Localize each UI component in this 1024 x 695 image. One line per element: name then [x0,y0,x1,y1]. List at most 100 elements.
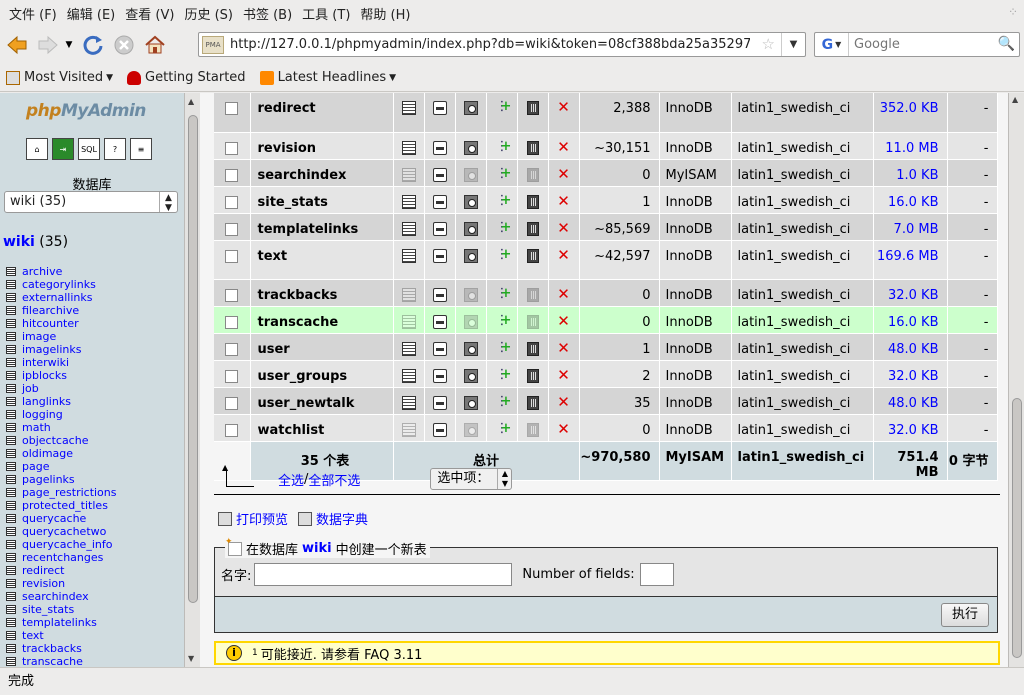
browse-table-icon[interactable] [6,527,16,536]
insert-icon[interactable] [495,139,512,155]
sidebar-table-item[interactable]: image [6,330,117,343]
drop-table-icon[interactable]: ✕ [557,165,570,183]
browse-table-icon[interactable] [6,423,16,432]
row-checkbox[interactable] [225,396,239,410]
browse-table-icon[interactable] [6,514,16,523]
table-size-link[interactable]: 1.0 KB [873,159,948,187]
sidebar-table-label[interactable]: protected_titles [22,499,108,512]
empty-table-icon[interactable] [526,248,539,263]
empty-table-icon[interactable] [526,101,539,115]
menu-help[interactable]: 帮助 (H) [355,4,415,23]
browse-table-icon[interactable] [6,345,16,354]
sidebar-table-item[interactable]: querycache_info [6,538,117,551]
sidebar-table-item[interactable]: protected_titles [6,499,117,512]
scroll-up-icon[interactable]: ▲ [188,97,194,106]
home-icon[interactable]: ⌂ [26,138,48,160]
history-dropdown[interactable]: ▼ [62,31,76,59]
menu-tools[interactable]: 工具 (T) [297,4,355,23]
go-button[interactable]: 执行 [941,603,989,627]
phpmyadmin-logo[interactable]: phpMyAdmin [26,101,146,121]
insert-icon[interactable] [495,166,512,182]
browse-icon[interactable] [401,368,416,383]
sidebar-table-item[interactable]: job [6,382,117,395]
sidebar-table-item[interactable]: filearchive [6,304,117,317]
table-row[interactable]: user_newtalk ✕ 35InnoDBlatin1_swedish_ci48… [214,387,998,415]
sidebar-table-item[interactable]: langlinks [6,395,117,408]
row-checkbox[interactable] [225,102,239,115]
browse-table-icon[interactable] [6,384,16,393]
structure-icon[interactable] [432,368,447,383]
browse-table-icon[interactable] [6,371,16,380]
structure-icon[interactable] [432,341,447,356]
search-table-icon[interactable] [463,341,478,356]
sidebar-table-label[interactable]: filearchive [22,304,79,317]
browse-table-icon[interactable] [6,631,16,640]
bookmark-getting-started[interactable]: Getting Started [127,70,246,85]
drop-table-icon[interactable]: ✕ [557,420,570,438]
sidebar-scrollbar[interactable]: ▲ ▼ [184,93,200,667]
insert-icon[interactable] [495,394,512,410]
browse-icon[interactable] [401,341,416,356]
print-view-link[interactable]: 打印预览 [236,509,288,528]
sidebar-table-label[interactable]: archive [22,265,62,278]
sidebar-table-label[interactable]: image [22,330,56,343]
url-bar[interactable]: PMA http://127.0.0.1/phpmyadmin/index.ph… [198,32,806,57]
sidebar-table-item[interactable]: ipblocks [6,369,117,382]
browse-table-icon[interactable] [6,592,16,601]
table-name[interactable]: searchindex [250,159,394,187]
insert-icon[interactable] [495,286,512,302]
sidebar-table-label[interactable]: trackbacks [22,642,82,655]
structure-icon[interactable] [432,167,447,182]
sidebar-table-item[interactable]: logging [6,408,117,421]
drop-table-icon[interactable]: ✕ [557,366,570,384]
table-name-input[interactable] [254,563,513,586]
sidebar-table-label[interactable]: imagelinks [22,343,81,356]
search-input[interactable] [854,37,994,52]
structure-icon[interactable] [432,140,447,155]
table-row[interactable]: text ✕ ~42,597InnoDBlatin1_swedish_ci169.6… [214,240,998,280]
menu-file[interactable]: 文件 (F) [4,4,62,23]
row-checkbox[interactable] [225,369,239,383]
browse-icon[interactable] [401,248,416,263]
row-checkbox[interactable] [225,249,239,263]
sidebar-table-item[interactable]: page_restrictions [6,486,117,499]
browse-table-icon[interactable] [6,267,16,276]
sidebar-table-label[interactable]: querycache [22,512,86,525]
sidebar-table-label[interactable]: langlinks [22,395,71,408]
search-bar[interactable]: G▼ 🔍 [814,32,1020,57]
table-row[interactable]: revision ✕ ~30,151InnoDBlatin1_swedish_ci1… [214,132,998,160]
search-table-icon[interactable] [463,422,478,437]
empty-table-icon[interactable] [526,167,539,182]
reload-button[interactable] [79,31,107,59]
browse-table-icon[interactable] [6,280,16,289]
search-table-icon[interactable] [463,167,478,182]
sidebar-table-item[interactable]: site_stats [6,603,117,616]
drop-table-icon[interactable]: ✕ [557,219,570,237]
browse-table-icon[interactable] [6,657,16,666]
sql-query-icon[interactable]: SQL [78,138,100,160]
browse-table-icon[interactable] [6,540,16,549]
sidebar-table-label[interactable]: templatelinks [22,616,97,629]
drop-table-icon[interactable]: ✕ [557,339,570,357]
sidebar-table-label[interactable]: hitcounter [22,317,79,330]
drop-table-icon[interactable]: ✕ [557,192,570,210]
sidebar-table-label[interactable]: categorylinks [22,278,96,291]
main-scrollbar[interactable]: ▲ [1008,93,1024,667]
sidebar-table-label[interactable]: recentchanges [22,551,103,564]
scrollbar-thumb[interactable] [1012,398,1022,658]
row-checkbox[interactable] [225,342,239,356]
browse-table-icon[interactable] [6,488,16,497]
drop-table-icon[interactable]: ✕ [557,285,570,303]
forward-button[interactable] [34,31,62,59]
search-table-icon[interactable] [463,287,478,302]
sidebar-table-item[interactable]: page [6,460,117,473]
database-select[interactable]: wiki (35) ▲ ▼ [4,191,178,213]
browse-table-icon[interactable] [6,579,16,588]
sidebar-table-label[interactable]: transcache [22,655,83,667]
menu-view[interactable]: 查看 (V) [120,4,179,23]
table-name[interactable]: transcache [250,306,394,334]
drop-table-icon[interactable]: ✕ [557,246,570,264]
stop-button[interactable] [110,31,138,59]
sidebar-table-label[interactable]: externallinks [22,291,92,304]
browse-table-icon[interactable] [6,462,16,471]
